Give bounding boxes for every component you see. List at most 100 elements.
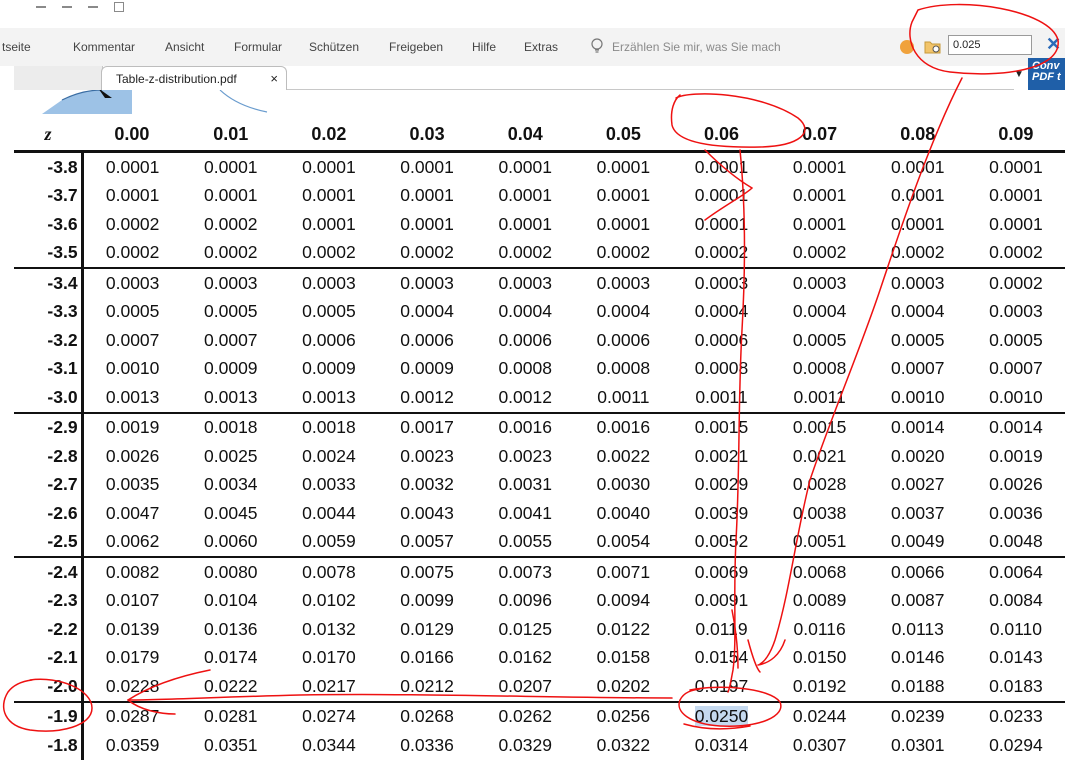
column-header: 0.08 [868,118,967,153]
table-cell: 0.0019 [989,445,1043,466]
table-row: -2.1 0.0179 0.0174 0.0170 0.0166 0.0162 0.0158… [14,643,1065,672]
search-highlight: 0.0250 [694,706,749,727]
table-cell: 0.0021 [694,445,749,466]
table-cell: 0.0001 [989,213,1043,234]
table-cell: 0.0082 [82,556,182,587]
z-table-header: z 0.00 0.01 0.02 0.03 0.04 0.05 0.06 0.0… [14,118,1065,153]
table-cell: 0.0068 [770,556,869,587]
table-cell: 0.0003 [82,267,182,298]
table-cell: 0.0268 [378,700,477,731]
tab-startseite[interactable]: tseite [2,40,31,54]
table-cell: 0.0001 [105,185,160,206]
tab-table-z-distribution[interactable]: Table-z-distribution.pdf × [101,66,287,90]
table-cell: 0.0250 [672,700,771,731]
table-cell: 0.0143 [989,647,1043,668]
table-cell: 0.0001 [400,185,454,206]
ribbon-tabs: tseite Kommentar Ansicht Formular Schütz… [0,28,1065,66]
table-cell: 0.0001 [792,213,847,234]
table-cell: 0.0001 [498,213,552,234]
table-row: -2.2 0.0139 0.0136 0.0132 0.0129 0.0125 0.0122… [14,615,1065,644]
table-cell: 0.0281 [181,700,280,731]
z-row-label: -3.4 [14,267,84,298]
table-cell: 0.0041 [498,502,552,523]
close-tab-icon[interactable]: × [270,71,278,86]
table-cell: 0.0188 [891,675,945,696]
column-header: 0.04 [476,118,575,153]
table-cell: 0.0002 [204,242,258,263]
tab-ansicht[interactable]: Ansicht [165,40,204,54]
table-cell: 0.0002 [792,242,847,263]
table-cell: 0.0001 [498,156,552,177]
close-search-icon[interactable]: ✕ [1046,34,1061,55]
tab-freigeben[interactable]: Freigeben [389,40,443,54]
table-cell: 0.0197 [694,675,749,696]
z-row-label: -2.8 [14,442,84,471]
table-cell: 0.0207 [498,675,552,696]
table-cell: 0.0035 [105,474,160,495]
table-cell: 0.0066 [868,556,967,587]
table-cell: 0.0003 [574,267,673,298]
table-cell: 0.0009 [400,358,454,379]
tab-previous-document[interactable] [14,66,103,90]
tell-me-box[interactable]: Erzählen Sie mir, was Sie mach [612,40,784,54]
table-cell: 0.0002 [694,242,749,263]
table-cell: 0.0222 [204,675,258,696]
table-cell: 0.0062 [105,531,160,552]
table-cell: 0.0001 [400,156,454,177]
table-cell: 0.0010 [891,386,945,407]
table-cell: 0.0001 [891,213,945,234]
convert-pdf-button[interactable]: Conv PDF t [1028,58,1065,90]
table-cell: 0.0001 [596,156,651,177]
z-row-label: -2.2 [14,615,84,644]
table-cell: 0.0044 [302,502,356,523]
z-row-label: -3.6 [14,210,84,239]
tab-kommentar[interactable]: Kommentar [73,40,135,54]
table-cell: 0.0023 [400,445,454,466]
table-cell: 0.0113 [891,618,944,639]
table-cell: 0.0001 [596,213,651,234]
tab-extras[interactable]: Extras [524,40,558,54]
tab-formular[interactable]: Formular [234,40,282,54]
z-row-label: -3.3 [14,297,84,326]
dropdown-arrow-icon[interactable]: ▼ [1014,69,1024,80]
table-cell: 0.0122 [596,618,651,639]
z-column-header: z [14,118,83,153]
table-cell: 0.0022 [596,445,651,466]
table-cell: 0.0329 [498,734,552,755]
table-cell: 0.0003 [989,301,1043,322]
search-folder-icon[interactable] [924,40,942,54]
table-cell: 0.0057 [400,531,454,552]
tab-title: Table-z-distribution.pdf [116,72,237,86]
table-cell: 0.0005 [204,301,258,322]
table-cell: 0.0011 [597,386,650,407]
table-cell: 0.0294 [989,734,1043,755]
table-cell: 0.0004 [891,301,945,322]
z-row-label: -2.9 [14,411,84,442]
table-cell: 0.0060 [204,531,258,552]
table-cell: 0.0087 [891,590,945,611]
table-cell: 0.0001 [105,156,160,177]
tab-schuetzen[interactable]: Schützen [309,40,359,54]
table-cell: 0.0026 [989,474,1043,495]
table-cell: 0.0040 [596,502,651,523]
table-cell: 0.0039 [694,502,749,523]
help-icon[interactable] [900,40,914,54]
table-cell: 0.0024 [302,445,356,466]
table-row: -2.8 0.0026 0.0025 0.0024 0.0023 0.0023 0.0022… [14,442,1065,471]
table-cell: 0.0012 [400,386,454,407]
search-input[interactable] [948,35,1032,55]
table-cell: 0.0014 [966,411,1065,442]
table-cell: 0.0078 [279,556,378,587]
table-cell: 0.0096 [498,590,552,611]
table-cell: 0.0094 [596,590,651,611]
table-cell: 0.0001 [302,185,356,206]
table-cell: 0.0001 [302,213,356,234]
table-cell: 0.0001 [694,156,749,177]
table-cell: 0.0154 [694,647,749,668]
table-cell: 0.0069 [672,556,771,587]
table-cell: 0.0002 [302,242,356,263]
table-cell: 0.0008 [596,358,651,379]
table-row: -3.1 0.0010 0.0009 0.0009 0.0009 0.0008 0.0008… [14,354,1065,383]
table-cell: 0.0013 [204,386,258,407]
tab-hilfe[interactable]: Hilfe [472,40,496,54]
